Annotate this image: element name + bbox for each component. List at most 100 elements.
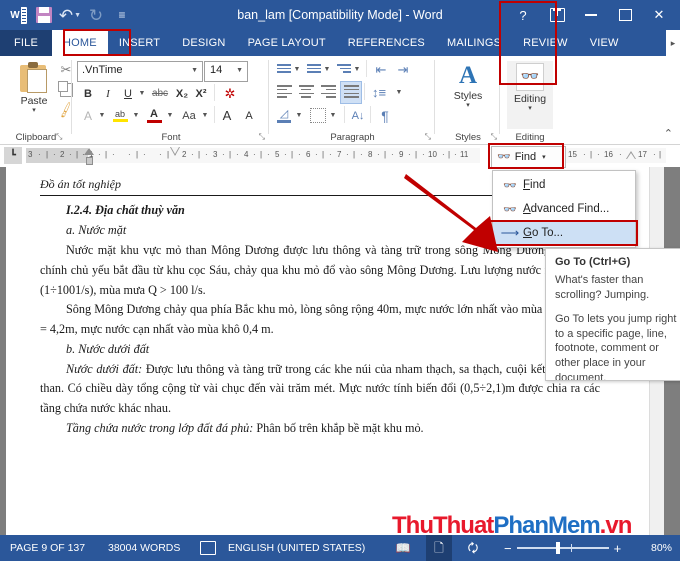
zoom-midpoint (570, 544, 573, 553)
editing-highlight-box (499, 1, 557, 85)
line-spacing-button[interactable]: ↕≡ (369, 83, 389, 102)
paste-button[interactable]: Paste ▾ (8, 60, 60, 128)
zoom-thumb[interactable] (555, 542, 560, 555)
editing-caret-icon[interactable]: ▾ (507, 105, 553, 113)
decrease-indent-button[interactable]: ⇤ (371, 60, 391, 79)
tab-page-layout[interactable]: PAGE LAYOUT (237, 30, 337, 56)
show-formatting-marks-button[interactable]: ¶ (375, 106, 395, 125)
superscript-button[interactable]: X² (192, 84, 210, 103)
ribbon-group-font: .VnTime ▼ 14 ▼ B I U ▼ abc X₂ X² ✲ A ▼ a… (73, 56, 269, 144)
tab-file[interactable]: FILE (0, 30, 53, 56)
font-name-input[interactable]: .VnTime ▼ (77, 61, 203, 82)
zoom-track[interactable] (516, 542, 609, 555)
shading-button[interactable]: ◿ (274, 106, 294, 125)
menu-item-find[interactable]: 👓 Find (493, 173, 635, 197)
tab-references[interactable]: REFERENCES (337, 30, 436, 56)
borders-chevron-down-icon[interactable]: ▼ (328, 106, 338, 125)
tab-stop-selector[interactable]: ┗ (4, 147, 22, 164)
styles-label: Styles (453, 90, 483, 102)
minimize-button[interactable] (574, 0, 608, 30)
font-name-chevron-down-icon[interactable]: ▼ (191, 67, 198, 74)
multilevel-chevron-down-icon[interactable]: ▼ (352, 60, 362, 79)
menu-item-advanced-find[interactable]: 👓 Advanced Find... (493, 197, 635, 221)
change-case-button[interactable]: Aa (177, 106, 201, 125)
menu-item-find-label: Find (523, 179, 546, 191)
borders-button[interactable] (308, 106, 328, 125)
word-count[interactable]: 38004 WORDS (108, 535, 180, 561)
underline-button[interactable]: U (119, 84, 137, 103)
close-button[interactable]: ✕ (642, 0, 676, 30)
change-case-chevron-down-icon[interactable]: ▼ (200, 106, 210, 125)
zoom-out-button[interactable]: − (504, 541, 512, 556)
clipboard-dialog-launcher[interactable]: ⤡ (56, 132, 62, 142)
left-indent-marker[interactable] (86, 157, 93, 165)
shading-chevron-down-icon[interactable]: ▼ (294, 106, 304, 125)
align-right-button[interactable] (318, 83, 338, 102)
find-highlight-box (488, 143, 564, 169)
text-highlight-color-button[interactable]: ab (109, 106, 131, 125)
bold-button[interactable]: B (79, 84, 97, 103)
multilevel-list-button[interactable] (334, 60, 354, 79)
first-line-indent-marker[interactable] (84, 148, 94, 155)
font-group-label: Font (161, 132, 181, 143)
justify-button[interactable] (340, 81, 362, 104)
horizontal-ruler[interactable]: 3 · | · 2 · | · 1 · | · · | · · | · 2 · | · 3 · | · 4 · | · 5 ·… (26, 148, 480, 163)
subscript-button[interactable]: X₂ (173, 84, 191, 103)
sort-button[interactable]: A↓ (348, 106, 368, 125)
doc-paragraph-2: Sông Mông Dương chảy qua phía Bắc khu mỏ… (40, 302, 600, 337)
paragraph-dialog-launcher[interactable]: ⤡ (425, 132, 431, 142)
tab-view[interactable]: VIEW (579, 30, 630, 56)
align-left-button[interactable] (274, 83, 294, 102)
underline-chevron-down-icon[interactable]: ▼ (137, 84, 147, 103)
go-to-highlight-box (488, 220, 638, 246)
text-effects-button[interactable]: A (79, 106, 97, 125)
home-tab-highlight-box (63, 29, 131, 56)
paste-caret-icon[interactable]: ▾ (8, 107, 60, 115)
doc-paragraph-4-body: Phân bố trên khắp bề mặt khu mỏ. (253, 420, 424, 435)
zoom-in-button[interactable]: + (614, 541, 622, 556)
page-indicator[interactable]: PAGE 9 OF 137 (10, 535, 85, 561)
language-indicator[interactable]: ENGLISH (UNITED STATES) (228, 535, 365, 561)
tab-design[interactable]: DESIGN (171, 30, 236, 56)
word-window: ↶▼ ↻ ≡ ban_lam [Compatibility Mode] - Wo… (0, 0, 680, 561)
strikethrough-button[interactable]: abc (149, 84, 171, 103)
italic-button[interactable]: I (99, 84, 117, 103)
increase-indent-button[interactable]: ⇥ (393, 60, 413, 79)
highlight-chevron-down-icon[interactable]: ▼ (131, 106, 141, 125)
watermark: ThuThuatPhanMem.vn (392, 512, 632, 540)
font-color-button[interactable]: A (143, 106, 165, 125)
numbering-button[interactable] (304, 60, 324, 79)
ribbon-group-styles: A Styles ▾ Styles ⤡ (436, 56, 500, 144)
bullets-button[interactable] (274, 60, 294, 79)
collapse-ribbon-icon[interactable]: ⌃ (664, 127, 673, 140)
tab-overflow-icon[interactable]: ▸ (666, 30, 680, 56)
tooltip-title: Go To (Ctrl+G) (555, 256, 631, 268)
clear-formatting-icon[interactable]: ✲ (219, 84, 241, 103)
styles-button[interactable]: A Styles ▾ (444, 62, 492, 128)
tooltip-body: What's faster than scrolling? Jumping. G… (555, 273, 680, 380)
numbering-chevron-down-icon[interactable]: ▼ (322, 60, 332, 79)
hanging-indent-marker[interactable] (170, 147, 181, 158)
maximize-button[interactable] (608, 0, 642, 30)
line-spacing-chevron-down-icon[interactable]: ▼ (394, 83, 404, 102)
tooltip-paragraph-1: What's faster than scrolling? Jumping. (555, 274, 650, 301)
horizontal-ruler-right[interactable]: 15 · | · 16 · 17 · | (566, 148, 666, 163)
proofing-errors-icon[interactable] (200, 535, 216, 561)
font-size-chevron-down-icon[interactable]: ▼ (236, 67, 243, 74)
header-left: Đồ án tốt nghiệp (40, 177, 121, 191)
font-color-chevron-down-icon[interactable]: ▼ (165, 106, 175, 125)
font-size-input[interactable]: 14 ▼ (204, 61, 248, 82)
styles-dialog-launcher[interactable]: ⤡ (491, 132, 497, 142)
zoom-level[interactable]: 80% (651, 535, 672, 561)
title-bar: ↶▼ ↻ ≡ ban_lam [Compatibility Mode] - Wo… (0, 0, 680, 30)
font-dialog-launcher[interactable]: ⤡ (259, 132, 265, 142)
paragraph-group-label: Paragraph (330, 132, 375, 143)
align-center-button[interactable] (296, 83, 316, 102)
text-effects-chevron-down-icon[interactable]: ▼ (97, 106, 107, 125)
font-name-value: .VnTime (82, 64, 123, 76)
styles-caret-icon[interactable]: ▾ (444, 102, 492, 110)
go-to-tooltip: Go To (Ctrl+G) What's faster than scroll… (545, 248, 680, 381)
bullets-chevron-down-icon[interactable]: ▼ (292, 60, 302, 79)
grow-font-button[interactable]: A (217, 106, 237, 125)
shrink-font-button[interactable]: A (239, 106, 259, 125)
